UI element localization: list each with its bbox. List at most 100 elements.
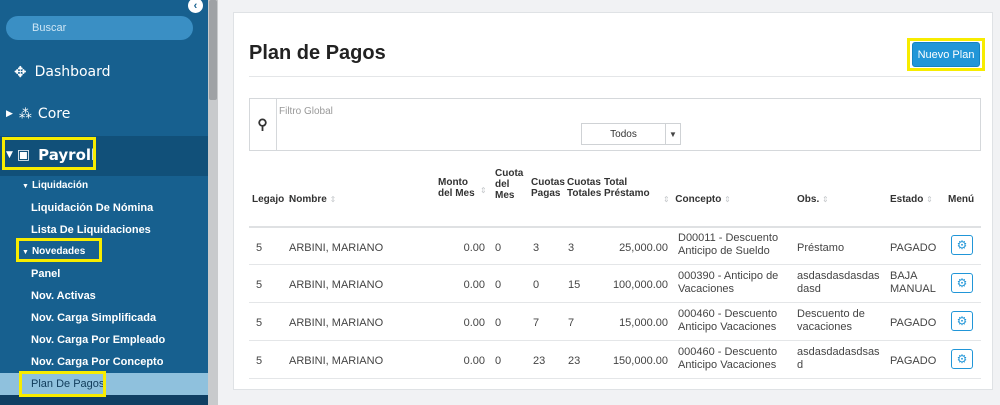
cell-totales: 3: [568, 242, 575, 254]
sidebar-item-label: Dashboard: [34, 64, 111, 80]
cell-monto: 0.00: [463, 242, 485, 254]
collapse-sidebar-icon[interactable]: ‹: [188, 0, 203, 13]
row-menu-gear-icon[interactable]: ⚙: [951, 349, 973, 369]
sidebar-group-liquidacion[interactable]: ▼ Liquidación: [0, 175, 208, 197]
col-header-monto-sort[interactable]: ⇕: [480, 185, 487, 196]
cell-pagas: 23: [533, 355, 546, 367]
cell-concepto: 000460 - Descuento Anticipo Vacaciones: [678, 308, 778, 333]
cell-obs: Descuento de vacaciones: [797, 308, 865, 333]
col-header-legajo[interactable]: Legajo ⇕: [252, 194, 294, 205]
chevron-down-icon: ▼: [22, 183, 29, 190]
chevron-down-icon: ▼: [6, 150, 13, 160]
search-icon: ⚲: [249, 98, 277, 151]
table-row: 5 ARBINI, MARIANO 0.00 0 3 3 25,000.00 D…: [249, 228, 981, 265]
cell-concepto: D00011 - Descuento Anticipo de Sueldo: [678, 232, 779, 257]
sidebar-item-nov-activas[interactable]: Nov. Activas: [0, 285, 208, 307]
cell-cuota: 0: [495, 317, 502, 329]
cell-nombre: ARBINI, MARIANO: [289, 317, 384, 329]
sidebar-item-lista-liquidaciones[interactable]: Lista De Liquidaciones: [0, 219, 208, 241]
table-row: 5 ARBINI, MARIANO 0.00 0 23 23 150,000.0…: [249, 342, 981, 379]
col-header-nombre[interactable]: Nombre ⇕: [289, 194, 336, 205]
cell-obs: Préstamo: [797, 242, 845, 254]
sort-icon: ⇕: [663, 195, 670, 204]
sidebar-scrollbar-thumb[interactable]: [209, 0, 217, 100]
cell-estado: BAJA MANUAL: [890, 270, 936, 295]
cell-pagas: 0: [533, 279, 540, 291]
row-menu-gear-icon[interactable]: ⚙: [951, 311, 973, 331]
cell-obs: asdasdadasdsasd: [797, 346, 880, 371]
dashboard-icon: ✥: [14, 63, 27, 81]
cell-estado: PAGADO: [890, 355, 937, 367]
sidebar-item-label: Liquidación: [31, 180, 89, 191]
cell-monto: 0.00: [463, 317, 485, 329]
row-menu-gear-icon[interactable]: ⚙: [951, 273, 973, 293]
chevron-down-icon[interactable]: ▼: [665, 123, 681, 145]
cell-legajo: 5: [256, 355, 263, 367]
cell-obs: asdasdasdasdasdasd: [797, 270, 880, 295]
sidebar: ‹ Buscar ✥ Dashboard ▶ ⁂ Core ▼ ▣ Payrol…: [0, 0, 208, 405]
cell-pagas: 7: [533, 317, 540, 329]
sidebar-item-label: Novedades: [31, 246, 86, 257]
cell-pagas: 3: [533, 242, 540, 254]
sidebar-item-label: Payroll: [38, 146, 97, 164]
cell-legajo: 5: [256, 279, 263, 291]
table-row: 5 ARBINI, MARIANO 0.00 0 0 15 100,000.00…: [249, 266, 981, 303]
status-filter-select[interactable]: Todos: [581, 123, 666, 145]
sidebar-item-plan-de-pagos[interactable]: Plan De Pagos: [0, 373, 208, 395]
col-header-concepto[interactable]: ⇕ Concepto ⇕: [663, 194, 731, 205]
cell-total: 25,000.00: [619, 242, 668, 254]
sidebar-search-input[interactable]: Buscar: [6, 16, 193, 40]
cell-total: 100,000.00: [612, 279, 668, 291]
sort-icon: ⇕: [926, 195, 933, 204]
cell-legajo: 5: [256, 242, 263, 254]
cell-monto: 0.00: [463, 279, 485, 291]
cell-concepto: 000390 - Anticipo de Vacaciones: [678, 270, 779, 295]
sidebar-item-nov-carga-concepto[interactable]: Nov. Carga Por Concepto: [0, 351, 208, 373]
sidebar-item-next: [0, 395, 208, 405]
chevron-right-icon: ▶: [6, 109, 13, 119]
col-header-total[interactable]: Total Préstamo: [604, 177, 652, 199]
new-plan-button[interactable]: Nuevo Plan: [912, 42, 980, 67]
col-header-menu: Menú: [948, 194, 975, 205]
page-title: Plan de Pagos: [249, 42, 386, 64]
sort-icon: ⇕: [724, 195, 731, 204]
sitemap-icon: ⁂: [18, 106, 32, 122]
cell-nombre: ARBINI, MARIANO: [289, 242, 384, 254]
row-menu-gear-icon[interactable]: ⚙: [951, 235, 973, 255]
cell-monto: 0.00: [463, 355, 485, 367]
sidebar-item-liquidacion-nomina[interactable]: Liquidación De Nómina: [0, 197, 208, 219]
cell-cuota: 0: [495, 242, 502, 254]
col-header-estado[interactable]: Estado ⇕: [890, 194, 933, 205]
cell-concepto: 000460 - Descuento Anticipo Vacaciones: [678, 346, 778, 371]
cell-totales: 23: [568, 355, 581, 367]
sidebar-item-nov-carga-empleado[interactable]: Nov. Carga Por Empleado: [0, 329, 208, 351]
cell-legajo: 5: [256, 317, 263, 329]
money-icon: ▣: [16, 147, 31, 163]
table-row: 5 ARBINI, MARIANO 0.00 0 7 7 15,000.00 0…: [249, 304, 981, 341]
global-filter-input[interactable]: Filtro Global: [279, 106, 333, 117]
main-card: Plan de Pagos Nuevo Plan ⚲ Filtro Global…: [233, 12, 993, 390]
sidebar-item-payroll[interactable]: ▼ ▣ Payroll: [6, 140, 96, 170]
cell-totales: 15: [568, 279, 581, 291]
cell-nombre: ARBINI, MARIANO: [289, 355, 384, 367]
col-header-cuota[interactable]: Cuota del Mes: [495, 168, 523, 201]
divider: [249, 76, 981, 77]
cell-total: 15,000.00: [619, 317, 668, 329]
col-header-obs[interactable]: Obs. ⇕: [797, 194, 829, 205]
sidebar-item-panel[interactable]: Panel: [0, 263, 208, 285]
col-header-cuotas-pagas[interactable]: Cuotas Pagas: [531, 177, 565, 199]
col-header-cuotas-totales[interactable]: Cuotas Totales: [567, 177, 601, 199]
col-header-monto[interactable]: Monto del Mes: [438, 177, 478, 199]
sort-icon: ⇕: [329, 195, 337, 204]
cell-estado: PAGADO: [890, 242, 937, 254]
cell-total: 150,000.00: [612, 355, 668, 367]
cell-estado: PAGADO: [890, 317, 937, 329]
cell-nombre: ARBINI, MARIANO: [289, 279, 384, 291]
sidebar-item-core[interactable]: ▶ ⁂ Core: [6, 102, 70, 126]
sidebar-item-label: Core: [37, 106, 71, 122]
sidebar-group-novedades[interactable]: ▼ Novedades: [0, 241, 208, 263]
sort-icon: ⇕: [822, 195, 829, 204]
cell-cuota: 0: [495, 279, 502, 291]
sidebar-item-dashboard[interactable]: ✥ Dashboard: [14, 60, 111, 84]
sidebar-item-nov-carga-simplificada[interactable]: Nov. Carga Simplificada: [0, 307, 208, 329]
